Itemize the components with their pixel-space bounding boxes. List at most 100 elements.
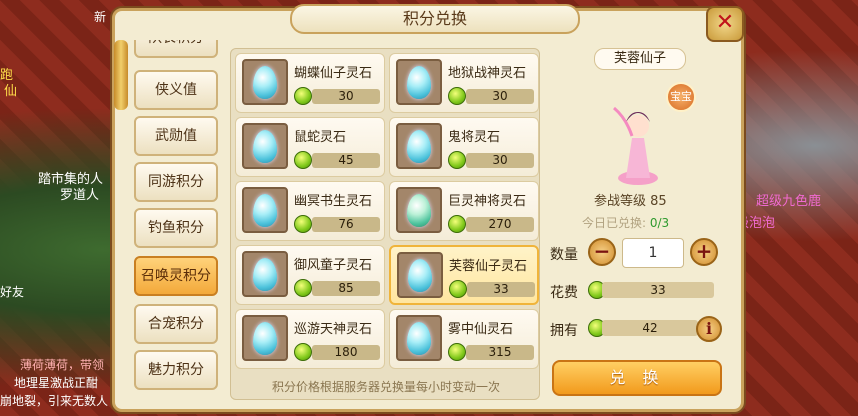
- spirit-stone-icon: [253, 130, 277, 163]
- item-name: 御风童子灵石: [294, 258, 373, 273]
- minus-icon: −: [593, 239, 611, 263]
- chat-line[interactable]: 地理星激战正酣: [14, 374, 98, 391]
- tab-travel-points[interactable]: 同游积分: [134, 162, 218, 202]
- today-count: 0/3: [649, 216, 670, 230]
- item-name: 鬼将灵石: [448, 130, 501, 145]
- item-card[interactable]: 鼠蛇灵石 45: [235, 117, 385, 177]
- spirit-stone-icon: [407, 130, 431, 163]
- tab-chivalry[interactable]: 侠义值: [134, 70, 218, 110]
- item-cost: 30: [312, 89, 380, 104]
- item-icon: [242, 251, 288, 297]
- level-label: 参战等级: [594, 194, 647, 209]
- item-cost: 30: [466, 89, 534, 104]
- dialog-title: 积分兑换: [290, 4, 580, 34]
- spirit-stone-icon: [407, 322, 431, 355]
- scene-label: 仙: [4, 84, 18, 99]
- plus-icon: +: [695, 239, 713, 263]
- spirit-stone-icon: [253, 194, 277, 227]
- spirit-stone-icon: [253, 322, 277, 355]
- item-card[interactable]: 幽冥书生灵石 76: [235, 181, 385, 241]
- item-name: 蝴蝶仙子灵石: [294, 66, 373, 81]
- item-card[interactable]: 鬼将灵石 30: [389, 117, 539, 177]
- item-card-selected[interactable]: 芙蓉仙子灵石 33: [389, 245, 539, 305]
- item-cost: 315: [466, 345, 534, 360]
- exchange-button[interactable]: 兑 换: [552, 360, 722, 396]
- item-name: 巨灵神将灵石: [448, 194, 527, 209]
- spirit-stone-icon: [253, 258, 277, 291]
- quantity-input[interactable]: 1: [622, 238, 684, 268]
- item-icon: [397, 252, 443, 298]
- close-icon: ✕: [715, 10, 735, 35]
- info-button[interactable]: i: [696, 316, 722, 342]
- decrease-button[interactable]: −: [588, 238, 616, 266]
- item-icon: [242, 187, 288, 233]
- pet-name: 芙蓉仙子: [594, 48, 686, 70]
- spirit-stone-icon: [408, 259, 432, 292]
- chat-line[interactable]: 崩地裂，引来无数人: [0, 392, 108, 409]
- item-icon: [396, 59, 442, 105]
- item-grid: 蝴蝶仙子灵石 30 地狱战神灵石 30 鼠蛇灵石 45 鬼将灵石 30 幽冥书生灵石 76…: [230, 48, 540, 400]
- item-card[interactable]: 御风童子灵石 85: [235, 245, 385, 305]
- today-label: 今日已兑换:: [582, 216, 647, 230]
- scene-label: 好友: [0, 285, 25, 299]
- scroll-decoration: [114, 40, 128, 110]
- cost-value: 33: [602, 282, 714, 298]
- today-row: 今日已兑换: 0/3: [582, 214, 669, 231]
- baby-badge: 宝宝: [666, 82, 696, 112]
- level-row: 参战等级 85: [594, 190, 667, 209]
- item-name: 地狱战神灵石: [448, 66, 527, 81]
- item-card[interactable]: 蝴蝶仙子灵石 30: [235, 53, 385, 113]
- item-name: 芙蓉仙子灵石: [449, 259, 528, 274]
- item-cost: 76: [312, 217, 380, 232]
- price-note: 积分价格根据服务器兑换量每小时变动一次: [271, 380, 500, 394]
- coin-icon: [448, 87, 466, 105]
- spirit-stone-icon: [407, 66, 431, 99]
- item-icon: [242, 315, 288, 361]
- chat-line[interactable]: 薄荷薄荷，带领: [20, 356, 104, 373]
- info-icon: i: [705, 319, 713, 338]
- item-cost: 30: [466, 153, 534, 168]
- tab-charm-points[interactable]: 魅力积分: [134, 350, 218, 390]
- item-icon: [242, 59, 288, 105]
- scene-label: 超级九色鹿: [756, 194, 822, 209]
- coin-icon: [448, 151, 466, 169]
- item-cost: 33: [467, 282, 535, 297]
- coin-icon: [448, 343, 466, 361]
- own-value: 42: [602, 320, 698, 336]
- item-card[interactable]: 巨灵神将灵石 270: [389, 181, 539, 241]
- detail-panel: 芙蓉仙子 宝宝 参战等级 85 今日已兑换: 0/3 数量 − 1 + 花费 3…: [546, 48, 730, 408]
- item-cost: 85: [312, 281, 380, 296]
- coin-icon: [449, 280, 467, 298]
- coin-icon: [294, 151, 312, 169]
- cost-label: 花费: [550, 285, 578, 301]
- item-icon: [396, 315, 442, 361]
- item-name: 鼠蛇灵石: [294, 130, 347, 145]
- tab-pet-merge-points[interactable]: 合宠积分: [134, 304, 218, 344]
- spirit-stone-icon: [253, 66, 277, 99]
- coin-icon: [294, 215, 312, 233]
- level-value: 85: [650, 194, 667, 209]
- tab-team-points[interactable]: 队长积分: [134, 40, 218, 58]
- item-cost: 180: [312, 345, 380, 360]
- item-cost: 270: [466, 217, 534, 232]
- scene-label: 罗道人: [60, 188, 100, 203]
- coin-icon: [448, 215, 466, 233]
- item-card[interactable]: 巡游天神灵石 180: [235, 309, 385, 369]
- increase-button[interactable]: +: [690, 238, 718, 266]
- qty-label: 数量: [550, 247, 578, 263]
- own-label: 拥有: [550, 323, 578, 339]
- tab-summon-points[interactable]: 召唤灵积分: [134, 256, 218, 296]
- item-name: 幽冥书生灵石: [294, 194, 373, 209]
- coin-icon: [294, 279, 312, 297]
- pet-portrait: [613, 106, 658, 185]
- item-card[interactable]: 雾中仙灵石 315: [389, 309, 539, 369]
- tab-merit[interactable]: 武勋值: [134, 116, 218, 156]
- category-tabs: 队长积分 侠义值 武勋值 同游积分 钓鱼积分 召唤灵积分 合宠积分 魅力积分: [128, 40, 224, 404]
- item-icon: [396, 123, 442, 169]
- tab-fishing-points[interactable]: 钓鱼积分: [134, 208, 218, 248]
- item-icon: [396, 187, 442, 233]
- item-card[interactable]: 地狱战神灵石 30: [389, 53, 539, 113]
- scene-label: 新: [94, 10, 107, 24]
- item-icon: [242, 123, 288, 169]
- close-button[interactable]: ✕: [706, 6, 744, 42]
